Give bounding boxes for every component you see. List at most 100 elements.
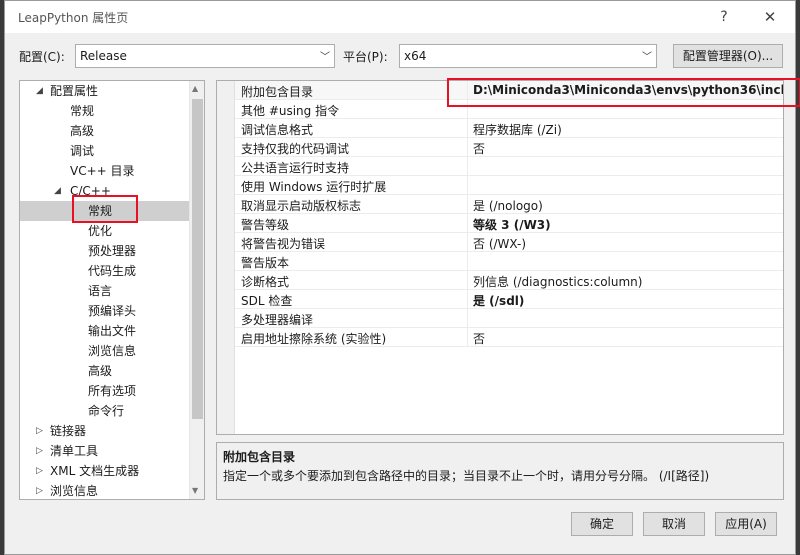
property-row[interactable]: 公共语言运行时支持 bbox=[235, 157, 783, 176]
property-row[interactable]: 启用地址擦除系统 (实验性) 否 bbox=[235, 328, 783, 347]
tree-item[interactable]: ▷ XML 文档生成器 bbox=[20, 461, 190, 481]
help-button[interactable]: ? bbox=[709, 5, 739, 29]
property-grid: 附加包含目录 D:\Miniconda3\Miniconda3\envs\pyth… bbox=[216, 80, 784, 435]
property-name: 启用地址擦除系统 (实验性) bbox=[241, 332, 387, 346]
cancel-button[interactable]: 取消 bbox=[643, 512, 705, 536]
platform-value: x64 bbox=[404, 49, 427, 63]
property-row[interactable]: 将警告视为错误 否 (/WX-) bbox=[235, 233, 783, 252]
property-name: 将警告视为错误 bbox=[241, 237, 326, 251]
tree-item[interactable]: 高级 bbox=[20, 361, 190, 381]
expand-arrow-icon[interactable]: ▷ bbox=[36, 441, 43, 461]
property-value[interactable]: 程序数据库 (/Zi) bbox=[473, 121, 562, 138]
tree-item[interactable]: 浏览信息 bbox=[20, 341, 190, 361]
tree-item-label: 命令行 bbox=[88, 404, 125, 418]
tree-item-label: C/C++ bbox=[70, 184, 111, 198]
column-divider bbox=[467, 252, 468, 271]
tree-item-label: 预编译头 bbox=[88, 304, 137, 318]
scrollbar-thumb[interactable] bbox=[192, 99, 203, 419]
scroll-up-icon[interactable]: ▲ bbox=[192, 84, 198, 93]
property-row[interactable]: 其他 #using 指令 bbox=[235, 100, 783, 119]
description-panel: 附加包含目录 指定一个或多个要添加到包含路径中的目录；当目录不止一个时，请用分号… bbox=[216, 442, 784, 500]
property-value[interactable]: 是 (/sdl) bbox=[473, 292, 524, 309]
property-row[interactable]: 警告版本 bbox=[235, 252, 783, 271]
tree-item-label: 所有选项 bbox=[88, 384, 137, 398]
tree-item[interactable]: ▷ 浏览信息 bbox=[20, 481, 190, 499]
configuration-label: 配置(C): bbox=[19, 50, 65, 64]
property-value[interactable]: 否 bbox=[473, 330, 485, 347]
expand-arrow-icon[interactable]: ▷ bbox=[36, 421, 43, 441]
tree-item-label: 清单工具 bbox=[50, 444, 99, 458]
tree-item[interactable]: 代码生成 bbox=[20, 261, 190, 281]
tree-item[interactable]: ◢ 配置属性 bbox=[20, 81, 190, 101]
tree-item-label: 浏览信息 bbox=[88, 344, 137, 358]
property-row[interactable]: 调试信息格式 程序数据库 (/Zi) bbox=[235, 119, 783, 138]
tree-item[interactable]: VC++ 目录 bbox=[20, 161, 190, 181]
ok-button[interactable]: 确定 bbox=[571, 512, 633, 536]
column-divider bbox=[467, 138, 468, 157]
tree-item-label: 常规 bbox=[88, 204, 113, 218]
tree-item-label: 调试 bbox=[70, 144, 95, 158]
tree-item[interactable]: 高级 bbox=[20, 121, 190, 141]
column-divider bbox=[467, 309, 468, 328]
column-divider bbox=[467, 81, 468, 100]
collapse-arrow-icon[interactable]: ◢ bbox=[54, 181, 61, 201]
tree-item[interactable]: 优化 bbox=[20, 221, 190, 241]
property-value[interactable]: 否 (/WX-) bbox=[473, 235, 526, 252]
property-value[interactable]: 等级 3 (/W3) bbox=[473, 216, 551, 233]
property-row[interactable]: 取消显示启动版权标志 是 (/nologo) bbox=[235, 195, 783, 214]
property-row[interactable]: SDL 检查 是 (/sdl) bbox=[235, 290, 783, 309]
property-row[interactable]: 支持仅我的代码调试 否 bbox=[235, 138, 783, 157]
platform-dropdown[interactable]: x64 ﹀ bbox=[399, 44, 657, 68]
column-divider bbox=[467, 195, 468, 214]
property-row[interactable]: 附加包含目录 D:\Miniconda3\Miniconda3\envs\pyth… bbox=[235, 81, 783, 100]
property-value[interactable]: 列信息 (/diagnostics:column) bbox=[473, 273, 642, 290]
expand-arrow-icon[interactable]: ▷ bbox=[36, 481, 43, 499]
tree-item[interactable]: 输出文件 bbox=[20, 321, 190, 341]
tree-item[interactable]: ▷ 链接器 bbox=[20, 421, 190, 441]
property-row[interactable]: 警告等级 等级 3 (/W3) bbox=[235, 214, 783, 233]
tree-item[interactable]: 预处理器 bbox=[20, 241, 190, 261]
tree-item[interactable]: 常规 bbox=[20, 201, 190, 221]
property-row[interactable]: 使用 Windows 运行时扩展 bbox=[235, 176, 783, 195]
property-value[interactable]: 否 bbox=[473, 140, 485, 157]
configuration-manager-button[interactable]: 配置管理器(O)... bbox=[673, 44, 783, 68]
configuration-dropdown[interactable]: Release ﹀ bbox=[75, 44, 335, 68]
tree-item-label: 链接器 bbox=[50, 424, 87, 438]
property-row[interactable]: 诊断格式 列信息 (/diagnostics:column) bbox=[235, 271, 783, 290]
scroll-down-icon[interactable]: ▼ bbox=[192, 486, 198, 495]
property-value[interactable]: D:\Miniconda3\Miniconda3\envs\python36\i… bbox=[473, 83, 783, 97]
window-title: LeapPython 属性页 bbox=[18, 11, 129, 25]
tree-item[interactable]: 调试 bbox=[20, 141, 190, 161]
column-divider bbox=[467, 271, 468, 290]
column-divider bbox=[467, 157, 468, 176]
tree-item[interactable]: 所有选项 bbox=[20, 381, 190, 401]
column-divider bbox=[467, 100, 468, 119]
property-name: SDL 检查 bbox=[241, 294, 293, 308]
tree-item[interactable]: 预编译头 bbox=[20, 301, 190, 321]
chevron-down-icon: ﹀ bbox=[320, 52, 330, 63]
close-button[interactable]: ✕ bbox=[755, 5, 785, 29]
property-row[interactable]: 多处理器编译 bbox=[235, 309, 783, 328]
column-divider bbox=[467, 290, 468, 309]
configuration-value: Release bbox=[80, 49, 127, 63]
property-value[interactable]: 是 (/nologo) bbox=[473, 197, 543, 214]
column-divider bbox=[467, 233, 468, 252]
tree-item[interactable]: ◢ C/C++ bbox=[20, 181, 190, 201]
property-name: 警告版本 bbox=[241, 256, 290, 270]
tree-scrollbar[interactable]: ▲ ▼ bbox=[189, 81, 204, 499]
tree-item[interactable]: 常规 bbox=[20, 101, 190, 121]
tree-item[interactable]: 语言 bbox=[20, 281, 190, 301]
collapse-arrow-icon[interactable]: ◢ bbox=[36, 81, 43, 101]
expand-arrow-icon[interactable]: ▷ bbox=[36, 461, 43, 481]
tree-item[interactable]: ▷ 清单工具 bbox=[20, 441, 190, 461]
tree-item[interactable]: 命令行 bbox=[20, 401, 190, 421]
property-name: 多处理器编译 bbox=[241, 313, 314, 327]
property-tree: ▷ 浏览信息 ▷ XML 文档生成器 ▷ 清单工具 ▷ 链接器 命令行 所有选项 高级 浏览信息 输出文… bbox=[19, 80, 205, 500]
property-name: 附加包含目录 bbox=[241, 85, 314, 99]
grid-gutter bbox=[217, 81, 235, 434]
tree-item-label: 浏览信息 bbox=[50, 484, 99, 498]
apply-button[interactable]: 应用(A) bbox=[715, 512, 777, 536]
tree-item-label: 高级 bbox=[88, 364, 113, 378]
tree-item-label: 语言 bbox=[88, 284, 113, 298]
property-name: 取消显示启动版权标志 bbox=[241, 199, 362, 213]
